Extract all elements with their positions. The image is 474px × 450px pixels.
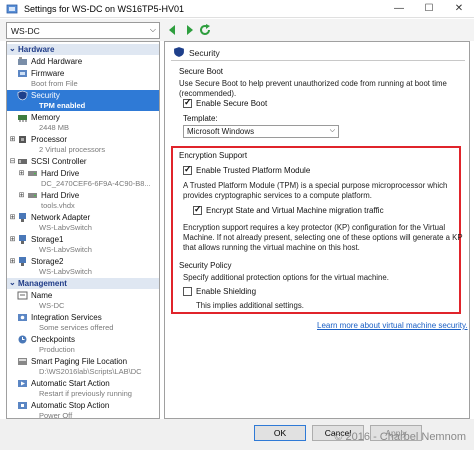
encrypt-state-label: Encrypt State and Virtual Machine migrat… <box>206 206 384 215</box>
nav-item-security[interactable]: Security TPM enabled <box>7 90 159 111</box>
nav-item-processor[interactable]: ⊞ Processor 2 Virtual processors <box>7 134 159 155</box>
automatic-stop-icon <box>18 402 27 409</box>
toolbar: WS-DC ⌵ <box>0 19 474 41</box>
security-policy-description: Specify additional protection options fo… <box>183 273 389 282</box>
collapse-minus-icon[interactable]: ⊟ <box>8 157 17 165</box>
name-icon <box>17 291 28 300</box>
learn-more-link[interactable]: Learn more about virtual machine securit… <box>317 321 468 330</box>
chevron-down-icon: ⌵ <box>149 25 156 34</box>
copyright-watermark: © 2016 - Charbel Nemnom <box>334 431 466 443</box>
header-divider <box>171 60 465 61</box>
network-adapter-icon <box>19 257 26 266</box>
collapse-icon: ⌄ <box>9 44 16 53</box>
enable-secure-boot-checkbox[interactable]: ✓ <box>183 97 192 108</box>
forward-arrow-icon[interactable] <box>182 23 196 37</box>
hard-drive-icon <box>28 171 37 176</box>
enable-tpm-checkbox[interactable]: ✓ <box>183 164 192 175</box>
enable-shielding-label: Enable Shielding <box>196 287 257 296</box>
maximize-icon[interactable]: ☐ <box>414 0 444 18</box>
nav-item-add-hardware[interactable]: Add Hardware <box>7 56 159 67</box>
memory-icon <box>18 115 27 122</box>
kp-description-line-2: Machine. If not already present, selecti… <box>183 233 463 242</box>
window-title: Settings for WS-DC on WS16TP5-HV01 <box>24 4 185 14</box>
refresh-icon[interactable] <box>198 23 212 37</box>
nav-item-name[interactable]: Name WS-DC <box>7 290 159 311</box>
paging-file-icon <box>18 358 27 365</box>
secure-boot-heading: Secure Boot <box>179 67 224 76</box>
expand-plus-icon[interactable]: ⊞ <box>8 235 17 243</box>
nav-item-firmware[interactable]: Firmware Boot from File <box>7 68 159 89</box>
network-adapter-icon <box>19 213 26 222</box>
checkmark-icon: ✓ <box>184 164 192 174</box>
security-settings-pane: Security Secure Boot Use Secure Boot to … <box>164 41 470 419</box>
expand-plus-icon[interactable]: ⊞ <box>17 169 26 177</box>
add-hardware-icon <box>18 57 27 65</box>
secure-boot-description: Use Secure Boot to help prevent unauthor… <box>179 79 447 98</box>
back-arrow-icon[interactable] <box>166 23 180 37</box>
network-adapter-icon <box>19 235 26 244</box>
nav-item-automatic-stop[interactable]: Automatic Stop Action Power Off <box>7 400 159 418</box>
checkmark-icon: ✓ <box>194 204 202 214</box>
expand-plus-icon[interactable]: ⊞ <box>8 257 17 265</box>
template-label: Template: <box>183 114 218 123</box>
expand-plus-icon[interactable]: ⊞ <box>8 213 17 221</box>
nav-item-network-adapter[interactable]: ⊞ Network Adapter WS-LabvSwitch <box>7 212 159 233</box>
template-dropdown-value: Microsoft Windows <box>187 127 255 136</box>
dialog-footer: OK Cancel Apply © 2016 - Charbel Nemnom <box>0 419 474 450</box>
nav-item-scsi-controller[interactable]: ⊟ SCSI Controller <box>7 156 159 167</box>
firmware-icon <box>18 70 27 77</box>
close-icon[interactable]: ✕ <box>444 0 474 18</box>
security-policy-heading: Security Policy <box>179 261 232 270</box>
encryption-support-heading: Encryption Support <box>179 151 248 160</box>
expand-plus-icon[interactable]: ⊞ <box>8 135 17 143</box>
vm-selector[interactable]: WS-DC ⌵ <box>6 22 160 39</box>
hard-drive-icon <box>28 193 37 198</box>
hardware-section-header[interactable]: ⌄ Hardware <box>7 44 159 55</box>
settings-nav-pane: ⌄ Hardware Add Hardware Firmware Boot fr… <box>6 41 160 419</box>
nav-item-smart-paging[interactable]: Smart Paging File Location D:\WS2016lab\… <box>7 356 159 377</box>
scsi-controller-icon <box>18 159 27 164</box>
ok-button[interactable]: OK <box>254 425 306 441</box>
tpm-description-line-2: provides cryptographic services to a com… <box>183 191 372 200</box>
management-section-header[interactable]: ⌄ Management <box>7 278 159 289</box>
tpm-description-line-1: A Trusted Platform Module (TPM) is a spe… <box>183 181 448 190</box>
nav-item-automatic-start[interactable]: Automatic Start Action Restart if previo… <box>7 378 159 399</box>
processor-icon <box>19 136 26 143</box>
enable-shielding-checkbox[interactable] <box>183 287 192 296</box>
nav-item-hard-drive-1[interactable]: ⊞ Hard Drive DC_2470CEF6-6F9A-4C90-B8... <box>7 168 159 189</box>
chevron-down-icon: ⌵ <box>329 127 335 134</box>
template-dropdown[interactable]: Microsoft Windows ⌵ <box>183 125 339 138</box>
encrypt-state-checkbox[interactable]: ✓ <box>193 204 202 215</box>
expand-plus-icon[interactable]: ⊞ <box>17 191 26 199</box>
shield-icon <box>17 90 28 101</box>
integration-services-icon <box>18 314 27 321</box>
checkmark-icon: ✓ <box>184 97 192 107</box>
kp-description-line-3: that allows running the virtual machine … <box>183 243 360 252</box>
nav-item-integration-services[interactable]: Integration Services Some services offer… <box>7 312 159 333</box>
kp-description-line-1: Encryption support requires a key protec… <box>183 223 446 232</box>
settings-window-icon <box>6 4 18 14</box>
nav-item-storage1[interactable]: ⊞ Storage1 WS-LabvSwitch <box>7 234 159 255</box>
nav-item-hard-drive-2[interactable]: ⊞ Hard Drive tools.vhdx <box>7 190 159 211</box>
enable-tpm-label: Enable Trusted Platform Module <box>196 166 311 175</box>
minimize-icon[interactable]: — <box>384 0 414 18</box>
title-bar: Settings for WS-DC on WS16TP5-HV01 — ☐ ✕ <box>0 0 474 18</box>
checkpoints-icon <box>18 335 27 344</box>
page-title: Security <box>189 48 220 58</box>
shielding-note: This implies additional settings. <box>196 301 304 310</box>
shield-icon <box>174 47 184 57</box>
enable-secure-boot-label: Enable Secure Boot <box>196 99 268 108</box>
collapse-icon: ⌄ <box>9 278 16 287</box>
nav-item-checkpoints[interactable]: Checkpoints Production <box>7 334 159 355</box>
nav-item-memory[interactable]: Memory 2448 MB <box>7 112 159 133</box>
nav-item-storage2[interactable]: ⊞ Storage2 WS-LabvSwitch <box>7 256 159 277</box>
vm-selector-value: WS-DC <box>11 26 40 36</box>
automatic-start-icon <box>18 380 27 387</box>
